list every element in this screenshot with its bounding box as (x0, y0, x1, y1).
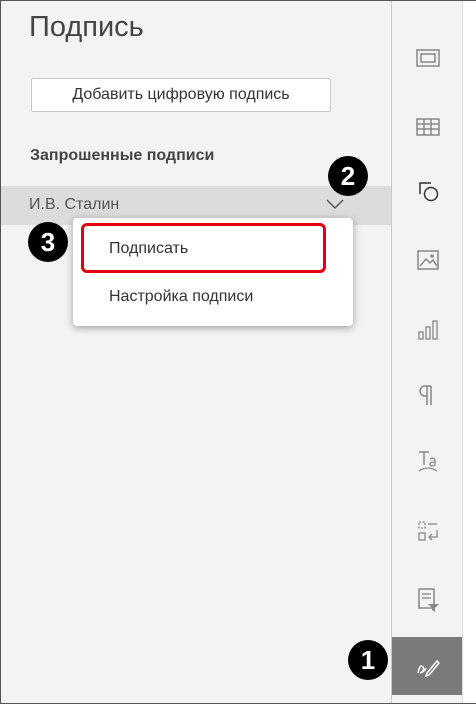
chevron-down-icon[interactable] (325, 197, 345, 211)
scrollbar-edge (462, 1, 476, 703)
signer-name: И.В. Сталин (29, 196, 120, 213)
slide-settings-icon[interactable] (392, 30, 463, 86)
signature-icon[interactable] (392, 637, 463, 695)
add-digital-signature-button[interactable]: Добавить цифровую подпись (31, 78, 331, 112)
shape-icon[interactable] (392, 163, 463, 219)
requested-signatures-label: Запрошенные подписи (30, 147, 215, 164)
step-badge-2: 2 (328, 156, 368, 196)
table-icon[interactable] (392, 99, 463, 155)
highlight-frame (81, 223, 326, 273)
form-icon[interactable] (392, 503, 463, 559)
right-sidebar (391, 1, 463, 703)
text-art-icon[interactable] (392, 433, 463, 489)
menu-item-signature-setup[interactable]: Настройка подписи (109, 288, 253, 306)
signature-panel: Подпись Добавить цифровую подпись Запрош… (1, 1, 391, 703)
image-icon[interactable] (392, 232, 463, 288)
mail-merge-icon[interactable] (392, 571, 463, 627)
signature-context-menu: Подписать Настройка подписи (73, 218, 353, 326)
step-badge-3: 3 (28, 222, 68, 262)
step-badge-1: 1 (348, 640, 388, 680)
panel-title: Подпись (29, 11, 144, 43)
chart-icon[interactable] (392, 301, 463, 357)
paragraph-icon[interactable] (392, 367, 463, 423)
